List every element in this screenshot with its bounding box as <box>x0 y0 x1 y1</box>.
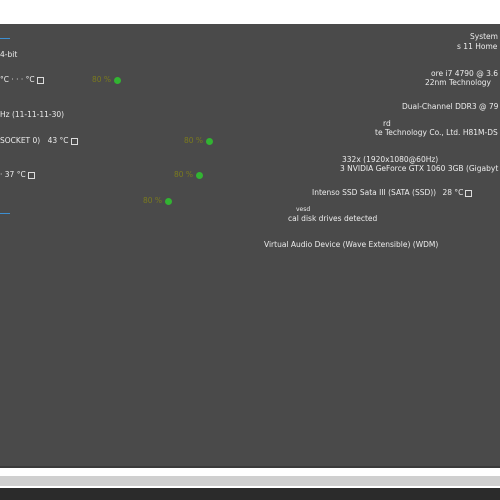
storage-small-label: vesd <box>296 206 311 213</box>
ram-timings: Hz (11-11-11-30) <box>0 110 65 119</box>
mb-status-icon <box>206 137 214 145</box>
gpu-load-row: 80 % <box>174 170 204 179</box>
cpu-load-row: 80 % <box>92 75 122 84</box>
drive-temp-graph-icon[interactable] <box>465 189 473 197</box>
mb-load-row: 80 % <box>184 136 214 145</box>
monitor-resolution: 332x (1920x1080@60Hz) <box>342 155 439 164</box>
drive-row: Intenso SSD Sata III (SATA (SSD)) 28 °C <box>312 188 473 197</box>
cpu-load: 80 % <box>92 75 112 84</box>
gpu-status-icon <box>196 171 204 179</box>
gpu-temp-row: · 37 °C <box>0 170 35 179</box>
cpu-temp: °C · · · °C <box>0 75 35 84</box>
status-strip <box>0 476 500 486</box>
cpu-name: ore i7 4790 @ 3.6 <box>431 69 499 78</box>
cpu-technology: 22nm Technology <box>425 78 491 87</box>
section-edge-system <box>0 38 10 39</box>
drive-temp: 28 °C <box>442 188 464 197</box>
section-edge-storage <box>0 213 10 214</box>
gpu-load: 80 % <box>174 170 194 179</box>
title-separator <box>0 24 500 32</box>
gpu-name: 3 NVIDIA GeForce GTX 1060 3GB (Gigabyt <box>340 164 499 173</box>
ram-type: Dual-Channel DDR3 @ 79 <box>402 102 499 111</box>
motherboard-maker: te Technology Co., Ltd. H81M-DS <box>375 128 498 137</box>
storage-status-icon <box>165 197 173 205</box>
storage-load-row: 80 % <box>143 196 173 205</box>
cpu-temp-graph-icon[interactable] <box>36 76 44 84</box>
window-title-bar <box>0 0 500 24</box>
gpu-temp: · 37 °C <box>0 170 26 179</box>
disk-status: cal disk drives detected <box>288 214 378 223</box>
cpu-status-icon <box>114 76 122 84</box>
storage-load: 80 % <box>143 196 163 205</box>
audio-device: Virtual Audio Device (Wave Extensible) (… <box>264 240 439 249</box>
gpu-temp-graph-icon[interactable] <box>27 171 35 179</box>
motherboard-row: SOCKET 0) 43 °C <box>0 136 78 145</box>
os-edition: s 11 Home <box>457 42 498 51</box>
motherboard-temp: 43 °C <box>47 136 69 145</box>
motherboard-socket: SOCKET 0) <box>0 136 41 145</box>
os-bits: 4-bit <box>0 50 18 59</box>
motherboard-temp-graph-icon[interactable] <box>70 137 78 145</box>
drive-name: Intenso SSD Sata III (SATA (SSD)) <box>312 188 437 197</box>
cpu-temp-row: °C · · · °C <box>0 75 44 84</box>
taskbar <box>0 488 500 500</box>
mb-load: 80 % <box>184 136 204 145</box>
system-label: System <box>470 32 498 41</box>
ram-fragment: rd <box>383 119 391 128</box>
